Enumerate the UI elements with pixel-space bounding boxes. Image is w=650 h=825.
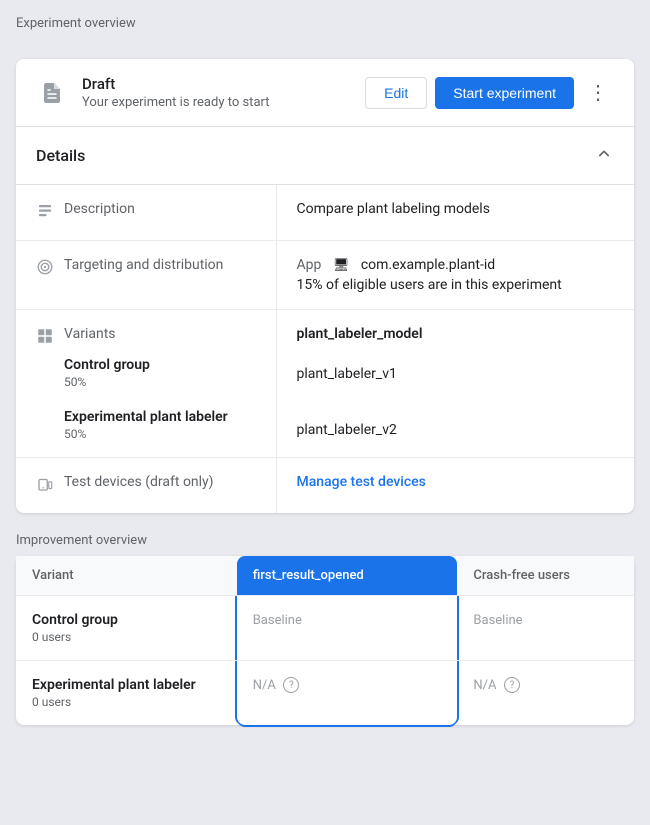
experimental-first-result-help-icon[interactable]: ? (283, 677, 299, 693)
improvement-overview-label: Improvement overview (16, 533, 634, 548)
control-first-result-cell: Baseline (237, 596, 458, 661)
draft-text: Draft Your experiment is ready to start (82, 75, 351, 110)
improvement-table-wrapper: Variant first_result_opened Crash-free u… (16, 556, 634, 725)
variants-row: Variants Control group 50% Experimental … (16, 310, 634, 458)
targeting-label-text: Targeting and distribution (64, 257, 223, 273)
variants-label: Variants (36, 326, 256, 349)
experimental-crash-free-help-icon[interactable]: ? (504, 677, 520, 693)
variant-col-header: Variant (16, 556, 237, 596)
description-value: Compare plant labeling models (276, 185, 634, 241)
start-experiment-button[interactable]: Start experiment (435, 77, 574, 109)
description-row: Description Compare plant labeling model… (16, 185, 634, 241)
control-crash-free-cell: Baseline (457, 596, 634, 661)
edit-button[interactable]: Edit (365, 77, 427, 109)
experimental-first-result-value: N/A (253, 678, 276, 693)
experimental-crash-free-value: N/A (473, 678, 496, 693)
more-options-button[interactable]: ⋮ (582, 76, 614, 109)
control-group-row-users: 0 users (32, 630, 221, 644)
control-group-info: Control group 50% (64, 357, 256, 389)
improvement-overview-section: Improvement overview Variant first_resul… (16, 533, 634, 725)
test-devices-label: Test devices (draft only) (36, 474, 256, 497)
description-label: Description (36, 201, 256, 224)
variants-label-text: Variants (64, 326, 116, 342)
first-result-col-header: first_result_opened (237, 556, 458, 596)
experiment-overview-label: Experiment overview (16, 16, 634, 31)
details-header: Details (16, 126, 634, 185)
experimental-group-name: Experimental plant labeler (64, 409, 256, 425)
details-table: Description Compare plant labeling model… (16, 185, 634, 513)
test-devices-label-text: Test devices (draft only) (64, 474, 214, 490)
variant-groups-left: Control group 50% Experimental plant lab… (36, 357, 256, 441)
control-group-row-name: Control group (32, 612, 221, 628)
experimental-first-result-cell: N/A ? (237, 661, 458, 726)
variants-icon (36, 327, 54, 349)
improvement-table: Variant first_result_opened Crash-free u… (16, 556, 634, 725)
experimental-group-cell: Experimental plant labeler 0 users (16, 661, 237, 726)
draft-banner: Draft Your experiment is ready to start … (16, 59, 634, 126)
collapse-icon[interactable] (594, 143, 614, 168)
test-devices-icon (36, 475, 54, 497)
draft-title: Draft (82, 75, 351, 93)
control-first-result-value: Baseline (253, 613, 302, 628)
app-id: com.example.plant-id (361, 257, 495, 273)
experimental-group-percent: 50% (64, 427, 256, 441)
control-group-cell: Control group 0 users (16, 596, 237, 661)
crash-free-col-header: Crash-free users (457, 556, 634, 596)
experimental-group-row: Experimental plant labeler 0 users N/A ?… (16, 661, 634, 726)
description-label-text: Description (64, 201, 135, 217)
manage-test-devices-link[interactable]: Manage test devices (297, 474, 426, 490)
test-devices-row: Test devices (draft only) Manage test de… (16, 458, 634, 514)
targeting-label: Targeting and distribution (36, 257, 256, 280)
control-group-name: Control group (64, 357, 256, 373)
experimental-model-value: plant_labeler_v2 (297, 422, 615, 438)
app-info: App 🖥 com.example.plant-id (297, 257, 615, 273)
app-icon: 🖥 (333, 258, 350, 273)
draft-icon (36, 77, 68, 109)
control-model-value: plant_labeler_v1 (297, 366, 615, 382)
experimental-crash-free-cell: N/A ? (457, 661, 634, 726)
control-group-value: plant_labeler_v1 (297, 366, 615, 382)
draft-actions: Edit Start experiment ⋮ (365, 76, 614, 109)
experiment-card: Draft Your experiment is ready to start … (16, 59, 634, 513)
description-icon (36, 202, 54, 224)
control-group-percent: 50% (64, 375, 256, 389)
targeting-row: Targeting and distribution App 🖥 com.exa… (16, 241, 634, 310)
experimental-group-info: Experimental plant labeler 50% (64, 409, 256, 441)
control-group-row: Control group 0 users Baseline Baseline (16, 596, 634, 661)
experimental-group-row-name: Experimental plant labeler (32, 677, 221, 693)
control-crash-free-value: Baseline (473, 613, 522, 628)
targeting-info: App 🖥 com.example.plant-id 15% of eligib… (297, 257, 615, 293)
distribution-text: 15% of eligible users are in this experi… (297, 277, 615, 293)
details-title: Details (36, 146, 85, 165)
targeting-icon (36, 258, 54, 280)
experimental-group-value: plant_labeler_v2 (297, 422, 615, 438)
variant-column-header: plant_labeler_model (297, 326, 615, 342)
draft-subtitle: Your experiment is ready to start (82, 95, 351, 110)
experimental-group-row-users: 0 users (32, 695, 221, 709)
